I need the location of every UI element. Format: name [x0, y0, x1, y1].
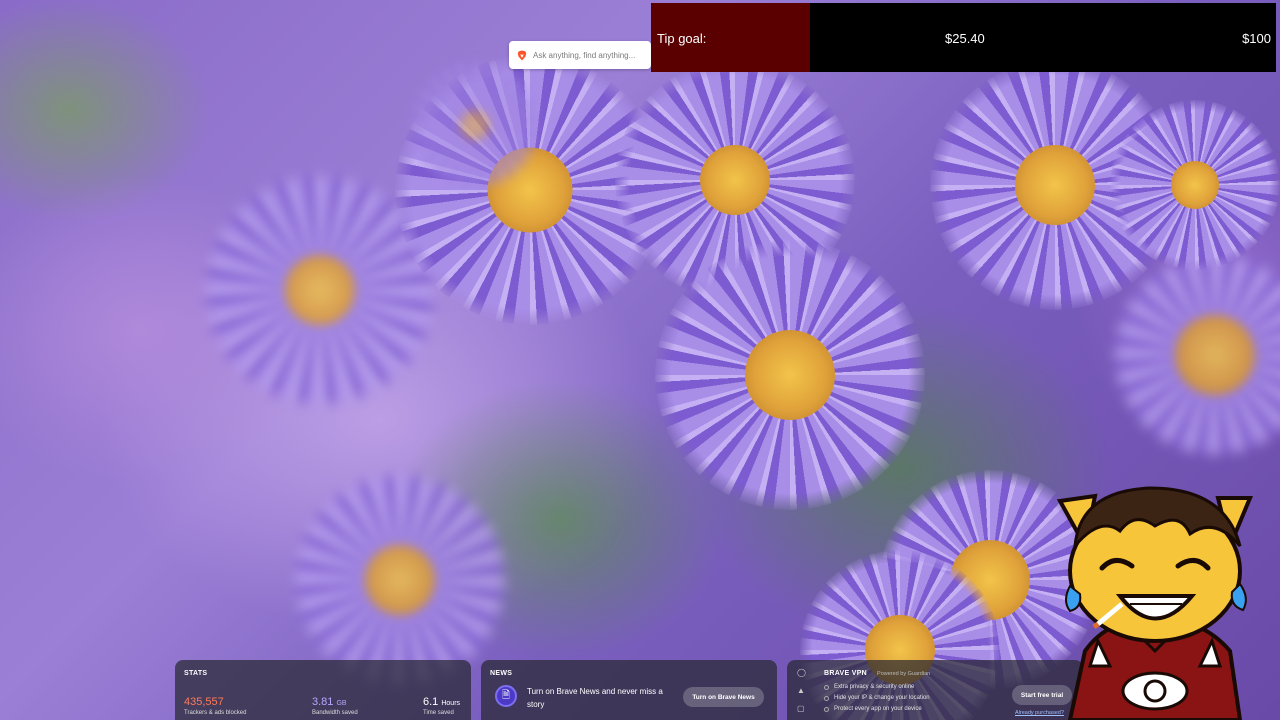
- stats-trackers: 435,557 Trackers & ads blocked: [184, 696, 246, 716]
- document-icon: 🗎: [495, 685, 517, 707]
- tip-goal-label: Tip goal:: [657, 31, 707, 46]
- search-box[interactable]: Ask anything, find anything...: [509, 41, 651, 69]
- flower-center: [655, 240, 925, 510]
- tip-goal-current-amount: $25.40: [945, 31, 985, 46]
- stats-bandwidth: 3.81 GB Bandwidth saved: [312, 696, 358, 716]
- time-unit: Hours: [441, 700, 461, 707]
- vpn-features-list: Extra privacy & security online Hide you…: [824, 684, 930, 717]
- flower-background-bottom-left: [290, 470, 510, 690]
- brave-lion-icon: [517, 50, 527, 60]
- turn-on-news-button[interactable]: Turn on Brave News: [683, 687, 764, 707]
- stats-time: 6.1 Hours Time saved: [423, 696, 460, 716]
- vpn-header: BRAVE VPN Powered by Guardian: [824, 670, 930, 677]
- time-label: Time saved: [423, 710, 454, 716]
- check-circle-icon: [824, 684, 829, 690]
- mascot-cat-avatar: [1056, 486, 1253, 720]
- tip-goal-bar: Tip goal: $25.40 $100: [651, 3, 1276, 72]
- bandwidth-value: 3.81: [312, 696, 334, 708]
- bandwidth-unit: GB: [336, 700, 347, 707]
- shield-icon: ◯: [797, 668, 806, 677]
- news-title: NEWS: [490, 670, 513, 677]
- news-widget: NEWS 🗎 Turn on Brave News and never miss…: [481, 660, 777, 720]
- vpn-side-icons: ◯ ▲ ▢: [797, 668, 806, 713]
- bandwidth-label: Bandwidth saved: [312, 710, 358, 716]
- vpn-feature-item: Extra privacy & security online: [824, 684, 930, 690]
- tip-goal-target-amount: $100: [1242, 31, 1271, 46]
- flower-top-far-right: [1110, 100, 1280, 270]
- stats-title: STATS: [184, 670, 208, 677]
- vpn-feature-item: Protect every app on your device: [824, 706, 930, 712]
- check-circle-icon: [824, 706, 829, 712]
- vpn-powered-by: Powered by Guardian: [877, 670, 931, 677]
- news-promo-text: Turn on Brave News and never miss a stor…: [527, 687, 663, 709]
- vpn-title: BRAVE VPN: [824, 670, 868, 677]
- trackers-label: Trackers & ads blocked: [184, 710, 247, 716]
- flower-background-top-left: [410, 60, 540, 190]
- search-placeholder: Ask anything, find anything...: [533, 50, 636, 60]
- vpn-feature-item: Hide your IP & change your location: [824, 695, 930, 701]
- trackers-value: 435,557: [184, 696, 224, 708]
- stats-widget: STATS 435,557 Trackers & ads blocked 3.8…: [175, 660, 471, 720]
- lock-icon: ▢: [797, 704, 805, 713]
- warning-icon: ▲: [797, 686, 805, 695]
- time-value: 6.1: [423, 696, 439, 708]
- vpn-widget: ◯ ▲ ▢ BRAVE VPN Powered by Guardian Extr…: [787, 660, 1083, 720]
- check-circle-icon: [824, 695, 829, 701]
